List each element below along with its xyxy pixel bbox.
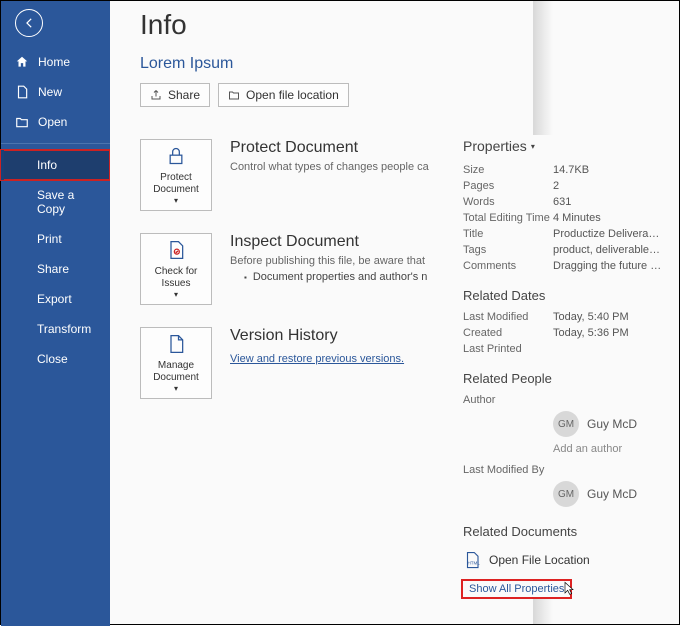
nav-label: Export [15, 292, 72, 306]
link-label: Open File Location [489, 553, 590, 567]
chevron-down-icon: ▾ [531, 142, 535, 151]
avatar: GM [553, 411, 579, 437]
home-icon [15, 55, 29, 69]
chevron-down-icon: ▾ [174, 384, 178, 394]
properties-heading: Properties [463, 138, 527, 154]
prop-row-comments[interactable]: CommentsDragging the future into n… [463, 258, 679, 274]
backstage-sidebar: Home New Open Info Save a Copy Print Sha… [1, 1, 110, 626]
section-heading: Version History [230, 327, 404, 345]
html-file-icon: HTML [463, 551, 481, 569]
prop-row-tags[interactable]: Tagsproduct, deliverables, opti… [463, 242, 679, 258]
author-name: Guy McD [587, 417, 637, 431]
chevron-down-icon: ▾ [174, 290, 178, 300]
properties-dropdown[interactable]: Properties ▾ [463, 135, 679, 162]
nav-print[interactable]: Print [1, 224, 110, 254]
action-buttons: Share Open file location [110, 79, 679, 107]
prop-row-size: Size14.7KB [463, 162, 679, 178]
prop-row-edit-time: Total Editing Time4 Minutes [463, 210, 679, 226]
arrow-left-icon [22, 16, 36, 30]
section-text: Inspect Document Before publishing this … [230, 233, 427, 305]
check-for-issues-button[interactable]: Check for Issues▾ [140, 233, 212, 305]
nav-separator [1, 143, 110, 144]
new-icon [15, 85, 29, 99]
prop-row-lastmodby: Last Modified By [463, 462, 679, 478]
section-text: Protect Document Control what types of c… [230, 139, 429, 211]
nav-label: Info [15, 158, 57, 172]
nav-open[interactable]: Open [1, 107, 110, 137]
lock-icon [166, 144, 186, 168]
folder-icon [228, 89, 240, 101]
person-name: Guy McD [587, 487, 637, 501]
section-bullet: Document properties and author's n [230, 271, 427, 283]
show-all-properties-link[interactable]: Show All Properties [463, 581, 570, 597]
chevron-down-icon: ▾ [174, 196, 178, 206]
nav-home[interactable]: Home [1, 47, 110, 77]
prop-row-last-modified: Last ModifiedToday, 5:40 PM [463, 309, 679, 325]
nav-label: Open [38, 115, 67, 129]
button-label: Protect Document [141, 172, 211, 196]
button-label: Manage Document [141, 360, 211, 384]
section-desc: Control what types of changes people ca [230, 161, 429, 173]
share-icon [150, 89, 162, 101]
manage-document-button[interactable]: Manage Document▾ [140, 327, 212, 399]
nav-new[interactable]: New [1, 77, 110, 107]
related-dates-heading: Related Dates [463, 274, 679, 309]
back-button[interactable] [15, 9, 43, 37]
main-content: Info Lorem Ipsum Share Open file locatio… [110, 1, 679, 624]
cursor-icon [561, 579, 577, 599]
section-desc: Before publishing this file, be aware th… [230, 255, 427, 267]
prop-row-author: Author [463, 392, 679, 408]
add-author-link[interactable]: Add an author [463, 440, 679, 458]
prop-row-title[interactable]: TitleProductize Deliverables [463, 226, 679, 242]
prop-row-pages: Pages2 [463, 178, 679, 194]
nav-info[interactable]: Info [1, 150, 110, 180]
inspect-icon [166, 238, 186, 262]
nav-label: Save a Copy [15, 188, 96, 216]
document-title: Lorem Ipsum [110, 41, 679, 79]
nav-label: Share [15, 262, 69, 276]
nav-transform[interactable]: Transform [1, 314, 110, 344]
open-file-location-button[interactable]: Open file location [218, 83, 349, 107]
svg-text:HTML: HTML [468, 561, 481, 566]
avatar: GM [553, 481, 579, 507]
prop-row-last-printed: Last Printed [463, 341, 679, 357]
properties-panel: Properties ▾ Size14.7KB Pages2 Words631 … [458, 135, 679, 597]
page-title: Info [110, 1, 679, 41]
version-history-link[interactable]: View and restore previous versions. [230, 353, 404, 365]
prop-row-words: Words631 [463, 194, 679, 210]
nav-label: Transform [15, 322, 91, 336]
nav-share[interactable]: Share [1, 254, 110, 284]
related-people-heading: Related People [463, 357, 679, 392]
nav-export[interactable]: Export [1, 284, 110, 314]
button-label: Share [168, 88, 200, 102]
author-entry[interactable]: GM Guy McD [463, 408, 679, 440]
section-heading: Protect Document [230, 139, 429, 157]
share-button[interactable]: Share [140, 83, 210, 107]
nav-label: Print [15, 232, 62, 246]
nav-label: Home [38, 55, 70, 69]
open-file-location-link[interactable]: HTML Open File Location [463, 545, 679, 575]
last-modified-by-entry[interactable]: GM Guy McD [463, 478, 679, 510]
open-icon [15, 115, 29, 129]
nav-close[interactable]: Close [1, 344, 110, 374]
nav-save-copy[interactable]: Save a Copy [1, 180, 110, 224]
section-text: Version History View and restore previou… [230, 327, 404, 399]
section-heading: Inspect Document [230, 233, 427, 251]
document-icon [166, 332, 186, 356]
nav-label: Close [15, 352, 68, 366]
button-label: Check for Issues [141, 266, 211, 290]
nav-label: New [38, 85, 62, 99]
protect-document-button[interactable]: Protect Document▾ [140, 139, 212, 211]
button-label: Open file location [246, 88, 339, 102]
prop-row-created: CreatedToday, 5:36 PM [463, 325, 679, 341]
related-documents-heading: Related Documents [463, 510, 679, 545]
